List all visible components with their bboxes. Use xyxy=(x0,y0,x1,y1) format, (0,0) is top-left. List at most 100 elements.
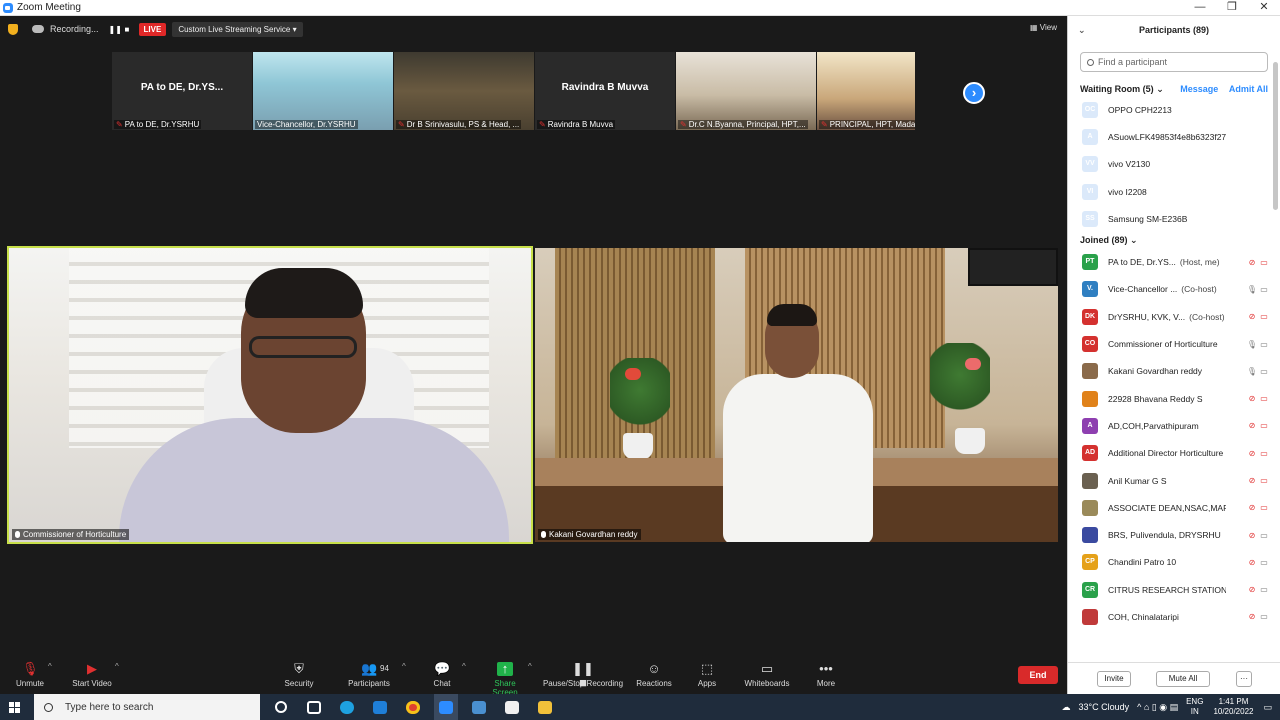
avatar: PT xyxy=(1082,254,1098,271)
streaming-service-dropdown[interactable]: Custom Live Streaming Service ▾ xyxy=(172,21,303,37)
video-options-chevron-icon[interactable]: ^ xyxy=(115,662,119,671)
panel-scrollbar[interactable] xyxy=(1273,62,1278,210)
audio-options-chevron-icon[interactable]: ^ xyxy=(48,662,52,671)
participants-chevron-icon[interactable]: ^ xyxy=(402,662,406,671)
participant-row[interactable]: AD Additional Director Horticulture ⊘ ▭ xyxy=(1068,440,1280,467)
zoom-taskbar-icon[interactable] xyxy=(434,694,458,720)
unmute-button[interactable]: 🎙 Unmute xyxy=(14,662,46,689)
app-icon[interactable] xyxy=(467,694,491,720)
participant-name: Anil Kumar G S xyxy=(1108,475,1167,486)
mic-status-icon: 🎙 xyxy=(1246,366,1258,376)
pause-stop-recording-button[interactable]: ❚❚ ■ Pause/Stop Recording xyxy=(541,662,625,690)
live-badge[interactable]: LIVE xyxy=(138,22,167,36)
store-icon[interactable] xyxy=(500,694,524,720)
maximize-icon[interactable]: ❐ xyxy=(1216,0,1248,16)
video-off-icon: ▶ xyxy=(87,661,97,676)
apps-button[interactable]: ⬚ Apps xyxy=(696,661,718,689)
participant-row[interactable]: COH, Chinalataripi ⊘ ▭ xyxy=(1068,603,1280,630)
thumbnail-tile[interactable]: Vice-Chancellor, Dr.YSRHU xyxy=(253,52,393,130)
windows-taskbar: Type here to search ☁ 33°C Cloudy ^ ⌂ ▯ … xyxy=(0,694,1280,720)
share-chevron-icon[interactable]: ^ xyxy=(528,662,532,671)
thumbnail-tile[interactable]: PA to DE, Dr.YS... ✎ PA to DE, Dr.YSRHU xyxy=(112,52,252,130)
task-view-icon[interactable] xyxy=(302,694,326,720)
video-tile[interactable]: Kakani Govardhan reddy xyxy=(535,248,1058,542)
participant-row[interactable]: BRS, Pulivendula, DRYSRHU ⊘ ▭ xyxy=(1068,521,1280,548)
participant-row[interactable]: Anil Kumar G S ⊘ ▭ xyxy=(1068,467,1280,494)
waiting-room-header[interactable]: Waiting Room (5) ⌄ Message Admit All xyxy=(1068,82,1280,96)
joined-header[interactable]: Joined (89) ⌄ xyxy=(1068,232,1280,248)
language-indicator[interactable]: ENG IN xyxy=(1186,697,1203,717)
participant-row[interactable]: V. Vice-Chancellor ... (Co-host) 🎙 ▭ xyxy=(1068,276,1280,303)
windows-start-icon[interactable] xyxy=(9,701,20,713)
thumbnail-tile[interactable]: ✎ Dr.C N.Byanna, Principal, HPT,... xyxy=(676,52,816,130)
participant-row[interactable]: 22928 Bhavana Reddy S ⊘ ▭ xyxy=(1068,385,1280,412)
mic-status-icon: ⊘ xyxy=(1248,585,1256,595)
participant-row[interactable]: PT PA to DE, Dr.YS... (Host, me) ⊘ ▭ xyxy=(1068,248,1280,275)
message-link[interactable]: Message xyxy=(1180,84,1218,94)
muted-mic-icon: ✎ xyxy=(821,120,828,129)
participant-row[interactable]: CP Chandini Patro 10 ⊘ ▭ xyxy=(1068,549,1280,576)
cortana-icon[interactable] xyxy=(269,694,293,720)
stop-recording-icon[interactable]: ■ xyxy=(125,25,131,33)
participant-search-input[interactable]: Find a participant xyxy=(1080,52,1268,72)
close-icon[interactable]: ✕ xyxy=(1248,0,1280,16)
tray-icons[interactable]: ^ ⌂ ▯ ◉ ▤ xyxy=(1137,702,1178,713)
video-status-icon: ▭ xyxy=(1260,503,1268,513)
minimize-icon[interactable]: — xyxy=(1184,0,1216,16)
admit-all-link[interactable]: Admit All xyxy=(1229,84,1268,94)
collapse-chevron-icon[interactable]: ⌄ xyxy=(1078,25,1086,36)
more-options-button[interactable]: ··· xyxy=(1236,671,1252,687)
participant-row[interactable]: DK DrYSRHU, KVK, V... (Co-host) ⊘ ▭ xyxy=(1068,303,1280,330)
reactions-button[interactable]: ☺ Reactions xyxy=(636,662,672,689)
encryption-shield-icon[interactable] xyxy=(8,23,18,35)
mute-all-button[interactable]: Mute All xyxy=(1156,671,1210,687)
list-item[interactable]: VI vivo I2208 xyxy=(1068,178,1280,205)
share-screen-button[interactable]: ↑ Share Screen xyxy=(481,662,529,698)
list-item[interactable]: SS Samsung SM-E236B xyxy=(1068,205,1280,232)
chat-chevron-icon[interactable]: ^ xyxy=(462,662,466,671)
whiteboards-button[interactable]: ▭ Whiteboards xyxy=(743,662,791,689)
start-video-button[interactable]: ▶ Start Video xyxy=(70,661,114,689)
video-status-icon: ▭ xyxy=(1260,448,1268,458)
video-status-icon: ▭ xyxy=(1260,312,1268,322)
taskbar-search-input[interactable]: Type here to search xyxy=(34,694,260,720)
recording-label: Recording... xyxy=(50,24,99,34)
participant-row[interactable]: CRCITRUS RESEARCH STATION-TI...⊘▭ xyxy=(1068,576,1280,603)
security-button[interactable]: ⛨ Security xyxy=(283,662,315,689)
weather-text[interactable]: 33°C Cloudy xyxy=(1078,702,1129,712)
participant-row[interactable]: Kakani Govardhan reddy 🎙 ▭ xyxy=(1068,358,1280,385)
thumbnail-tile[interactable]: ✎PRINCIPAL, HPT, Madakasira xyxy=(817,52,915,130)
list-item[interactable]: A ASuowLFK49853f4e8b6323f27 xyxy=(1068,123,1280,150)
thumbnail-tile[interactable]: ✎ Dr B Srinivasulu, PS & Head, ... xyxy=(394,52,534,130)
more-button[interactable]: ••• More xyxy=(815,662,837,689)
participant-row[interactable]: CO Commissioner of Horticulture 🎙 ▭ xyxy=(1068,330,1280,357)
thumbnail-tile[interactable]: Ravindra B Muvva ✎ Ravindra B Muvva xyxy=(535,52,675,130)
tile-name-label: Commissioner of Horticulture xyxy=(12,529,130,540)
pause-recording-icon[interactable]: ❚❚ xyxy=(109,25,122,33)
participant-row[interactable]: ASSOCIATE DEAN,NSAC,MARK...⊘▭ xyxy=(1068,494,1280,521)
file-explorer-icon[interactable] xyxy=(533,694,557,720)
active-speaker-tile[interactable]: Commissioner of Horticulture xyxy=(7,246,533,544)
joined-list: PT PA to DE, Dr.YS... (Host, me) ⊘ ▭ V. Vice-C… xyxy=(1068,248,1280,630)
apps-icon: ⬚ xyxy=(700,661,714,676)
participant-status-icons: ⊘ ▭ xyxy=(1246,449,1270,458)
weather-icon[interactable]: ☁ xyxy=(1061,702,1070,713)
chat-button[interactable]: 💬 Chat xyxy=(430,662,454,689)
participant-name: Vice-Chancellor ... xyxy=(1108,284,1178,295)
notifications-icon[interactable]: ▭ xyxy=(1263,702,1272,713)
end-meeting-button[interactable]: End xyxy=(1018,666,1058,684)
clock[interactable]: 1:41 PM 10/20/2022 xyxy=(1213,697,1253,717)
chevron-down-icon: ⌄ xyxy=(1130,234,1138,245)
list-item[interactable]: OC OPPO CPH2213 xyxy=(1068,96,1280,123)
edge-icon[interactable] xyxy=(335,694,359,720)
participant-name: BRS, Pulivendula, DRYSRHU xyxy=(1108,530,1221,541)
view-button[interactable]: ▦ View xyxy=(1030,23,1057,32)
participant-name: ASSOCIATE DEAN,NSAC,MARK... xyxy=(1108,502,1226,513)
next-page-button[interactable]: › xyxy=(963,82,985,104)
invite-button[interactable]: Invite xyxy=(1097,671,1131,687)
chrome-icon[interactable] xyxy=(401,694,425,720)
participant-row[interactable]: A AD,COH,Parvathipuram ⊘ ▭ xyxy=(1068,412,1280,439)
mail-icon[interactable] xyxy=(368,694,392,720)
list-item[interactable]: VV vivo V2130 xyxy=(1068,151,1280,178)
muted-mic-icon: ✎ xyxy=(116,120,123,129)
